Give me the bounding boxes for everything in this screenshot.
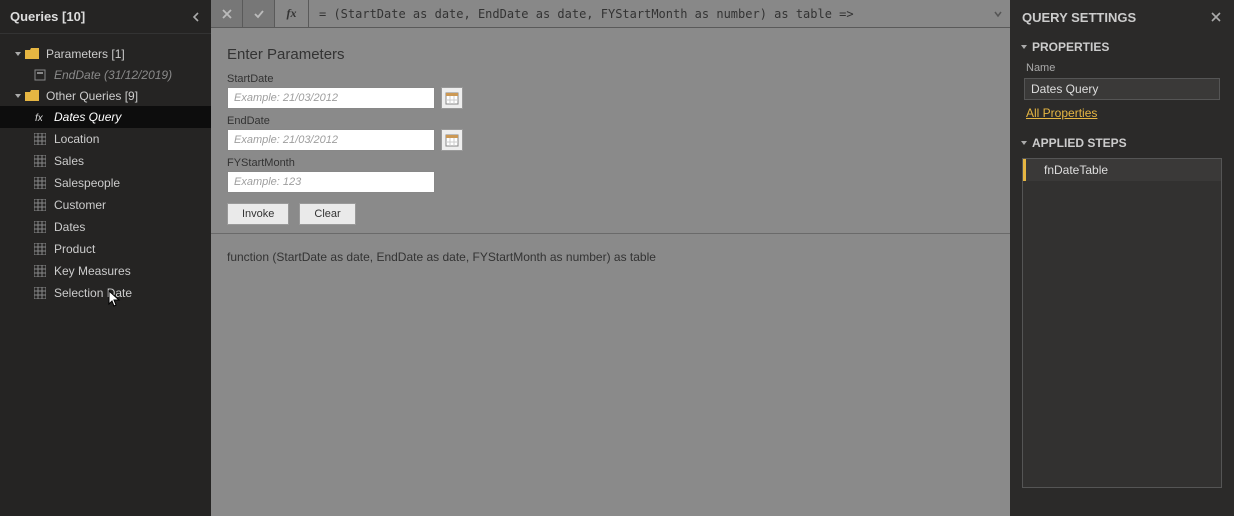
table-icon — [32, 220, 48, 234]
applied-steps-list: fnDateTable — [1022, 158, 1222, 488]
tree-item-dates-query[interactable]: fx Dates Query — [0, 106, 211, 128]
field-label-fystartmonth: FYStartMonth — [227, 157, 994, 169]
chevron-down-icon — [14, 92, 24, 100]
query-settings-title: QUERY SETTINGS — [1022, 10, 1136, 25]
tree-item-label: Key Measures — [54, 264, 131, 278]
queries-panel: Queries [10] Parameters [1] EndDate (31/… — [0, 0, 211, 516]
tree-item-product[interactable]: Product — [0, 238, 211, 260]
signature-param-startdate: StartDate — [276, 250, 327, 264]
table-icon — [32, 286, 48, 300]
tree-group-label: Other Queries [9] — [46, 89, 138, 103]
tree-item-label: Sales — [54, 154, 84, 168]
chevron-down-icon — [14, 50, 24, 58]
query-settings-panel: QUERY SETTINGS PROPERTIES Name All Prope… — [1010, 0, 1234, 516]
tree-group-label: Parameters [1] — [46, 47, 125, 61]
tree-item-label: Dates Query — [54, 110, 121, 124]
table-icon — [32, 198, 48, 212]
applied-steps-section-header[interactable]: APPLIED STEPS — [1010, 130, 1234, 154]
query-settings-header: QUERY SETTINGS — [1010, 0, 1234, 34]
table-icon — [32, 132, 48, 146]
all-properties-link[interactable]: All Properties — [1010, 106, 1234, 120]
invoke-button[interactable]: Invoke — [227, 203, 289, 225]
folder-icon — [24, 47, 40, 61]
tree-item-sales[interactable]: Sales — [0, 150, 211, 172]
tree-item-location[interactable]: Location — [0, 128, 211, 150]
chevron-down-icon — [1020, 43, 1030, 51]
cancel-formula-button[interactable] — [211, 0, 243, 27]
chevron-down-icon — [1020, 139, 1030, 147]
name-label: Name — [1010, 62, 1234, 74]
fx-icon: fx — [32, 110, 48, 124]
tree-item-customer[interactable]: Customer — [0, 194, 211, 216]
query-name-input[interactable] — [1024, 78, 1220, 100]
tree-item-label: Salespeople — [54, 176, 120, 190]
parameter-icon — [32, 68, 48, 82]
tree-item-dates[interactable]: Dates — [0, 216, 211, 238]
svg-text:fx: fx — [35, 113, 44, 123]
tree-item-salespeople[interactable]: Salespeople — [0, 172, 211, 194]
parameters-heading: Enter Parameters — [227, 46, 994, 63]
properties-label: PROPERTIES — [1032, 40, 1109, 54]
folder-icon — [24, 89, 40, 103]
field-label-enddate: EndDate — [227, 115, 994, 127]
table-icon — [32, 264, 48, 278]
queries-tree: Parameters [1] EndDate (31/12/2019) Othe… — [0, 34, 211, 304]
enddate-datepicker-button[interactable] — [441, 129, 463, 151]
signature-type-2: as date, — [423, 250, 472, 264]
tree-item-key-measures[interactable]: Key Measures — [0, 260, 211, 282]
applied-steps-label: APPLIED STEPS — [1032, 136, 1127, 150]
tree-item-label: Dates — [54, 220, 85, 234]
signature-param-enddate: EndDate — [376, 250, 423, 264]
tree-item-label: Customer — [54, 198, 106, 212]
enddate-input[interactable] — [227, 129, 435, 151]
startdate-datepicker-button[interactable] — [441, 87, 463, 109]
signature-param-fystartmonth: FYStartMonth — [473, 250, 547, 264]
fx-icon: fx — [275, 0, 309, 27]
properties-section-header[interactable]: PROPERTIES — [1010, 34, 1234, 58]
signature-type-1: as date, — [327, 250, 376, 264]
confirm-formula-button[interactable] — [243, 0, 275, 27]
formula-expand-button[interactable] — [986, 0, 1010, 27]
signature-prefix: function ( — [227, 250, 276, 264]
editor-area: fx Enter Parameters StartDate EndDate FY… — [211, 0, 1010, 516]
signature-type-3: as number) as table — [547, 250, 656, 264]
clear-button[interactable]: Clear — [299, 203, 355, 225]
collapse-left-icon[interactable] — [191, 12, 201, 22]
queries-title: Queries [10] — [10, 9, 191, 24]
close-settings-button[interactable] — [1210, 11, 1222, 23]
applied-step-fndatetable[interactable]: fnDateTable — [1023, 159, 1221, 181]
field-label-startdate: StartDate — [227, 73, 994, 85]
startdate-input[interactable] — [227, 87, 435, 109]
tree-item-label: Product — [54, 242, 95, 256]
queries-header: Queries [10] — [0, 0, 211, 34]
enter-parameters-panel: Enter Parameters StartDate EndDate FYSta… — [211, 28, 1010, 234]
tree-item-label: EndDate (31/12/2019) — [54, 68, 172, 82]
applied-step-label: fnDateTable — [1044, 163, 1108, 177]
function-signature: function (StartDate as date, EndDate as … — [211, 234, 1010, 280]
fystartmonth-input[interactable] — [227, 171, 435, 193]
formula-input[interactable] — [309, 0, 986, 27]
tree-group-other-queries[interactable]: Other Queries [9] — [0, 86, 211, 106]
tree-item-selection-date[interactable]: Selection Date — [0, 282, 211, 304]
formula-bar: fx — [211, 0, 1010, 28]
tree-item-label: Selection Date — [54, 286, 132, 300]
tree-group-parameters[interactable]: Parameters [1] — [0, 44, 211, 64]
table-icon — [32, 176, 48, 190]
table-icon — [32, 154, 48, 168]
table-icon — [32, 242, 48, 256]
tree-item-enddate[interactable]: EndDate (31/12/2019) — [0, 64, 211, 86]
tree-item-label: Location — [54, 132, 99, 146]
